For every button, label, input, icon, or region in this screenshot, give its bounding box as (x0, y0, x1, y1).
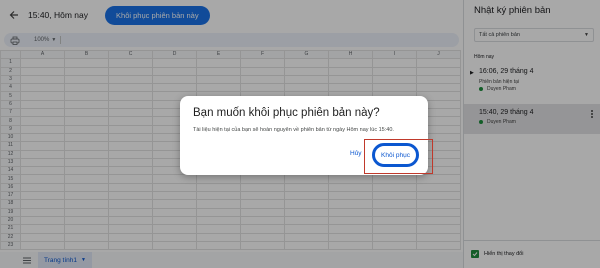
cancel-button[interactable]: Hủy (350, 150, 362, 157)
dialog-title: Bạn muốn khôi phục phiên bản này? (193, 107, 380, 119)
dialog-message: Tài liệu hiện tại của bạn sẽ hoàn nguyên… (193, 127, 394, 133)
highlight-annotation-box (364, 139, 433, 174)
